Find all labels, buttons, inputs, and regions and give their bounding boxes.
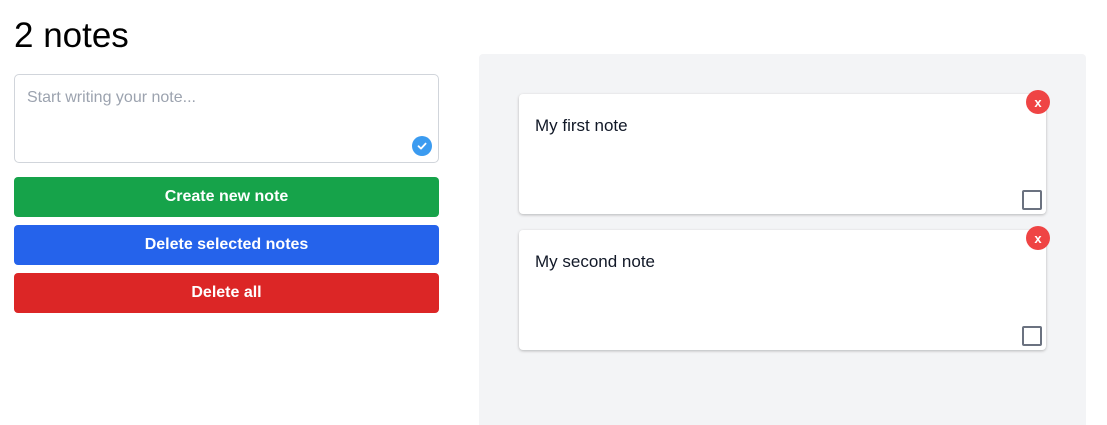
notes-board: My first note x My second note x	[479, 54, 1086, 425]
note-input[interactable]	[15, 75, 438, 162]
delete-note-button[interactable]: x	[1026, 90, 1050, 114]
check-circle-icon	[412, 136, 432, 156]
note-card: My second note x	[519, 226, 1050, 350]
create-note-button[interactable]: Create new note	[14, 177, 439, 217]
delete-all-button[interactable]: Delete all	[14, 273, 439, 313]
page-title: 2 notes	[14, 16, 129, 55]
delete-selected-button[interactable]: Delete selected notes	[14, 225, 439, 265]
note-text: My second note	[535, 252, 656, 271]
delete-note-button[interactable]: x	[1026, 226, 1050, 250]
notes-app: 2 notes Create new note Delete selected …	[0, 0, 1107, 425]
note-card: My first note x	[519, 90, 1050, 214]
note-text: My first note	[535, 116, 628, 135]
note-select-checkbox[interactable]	[1022, 190, 1042, 210]
note-editor[interactable]	[14, 74, 439, 163]
note-select-checkbox[interactable]	[1022, 326, 1042, 346]
